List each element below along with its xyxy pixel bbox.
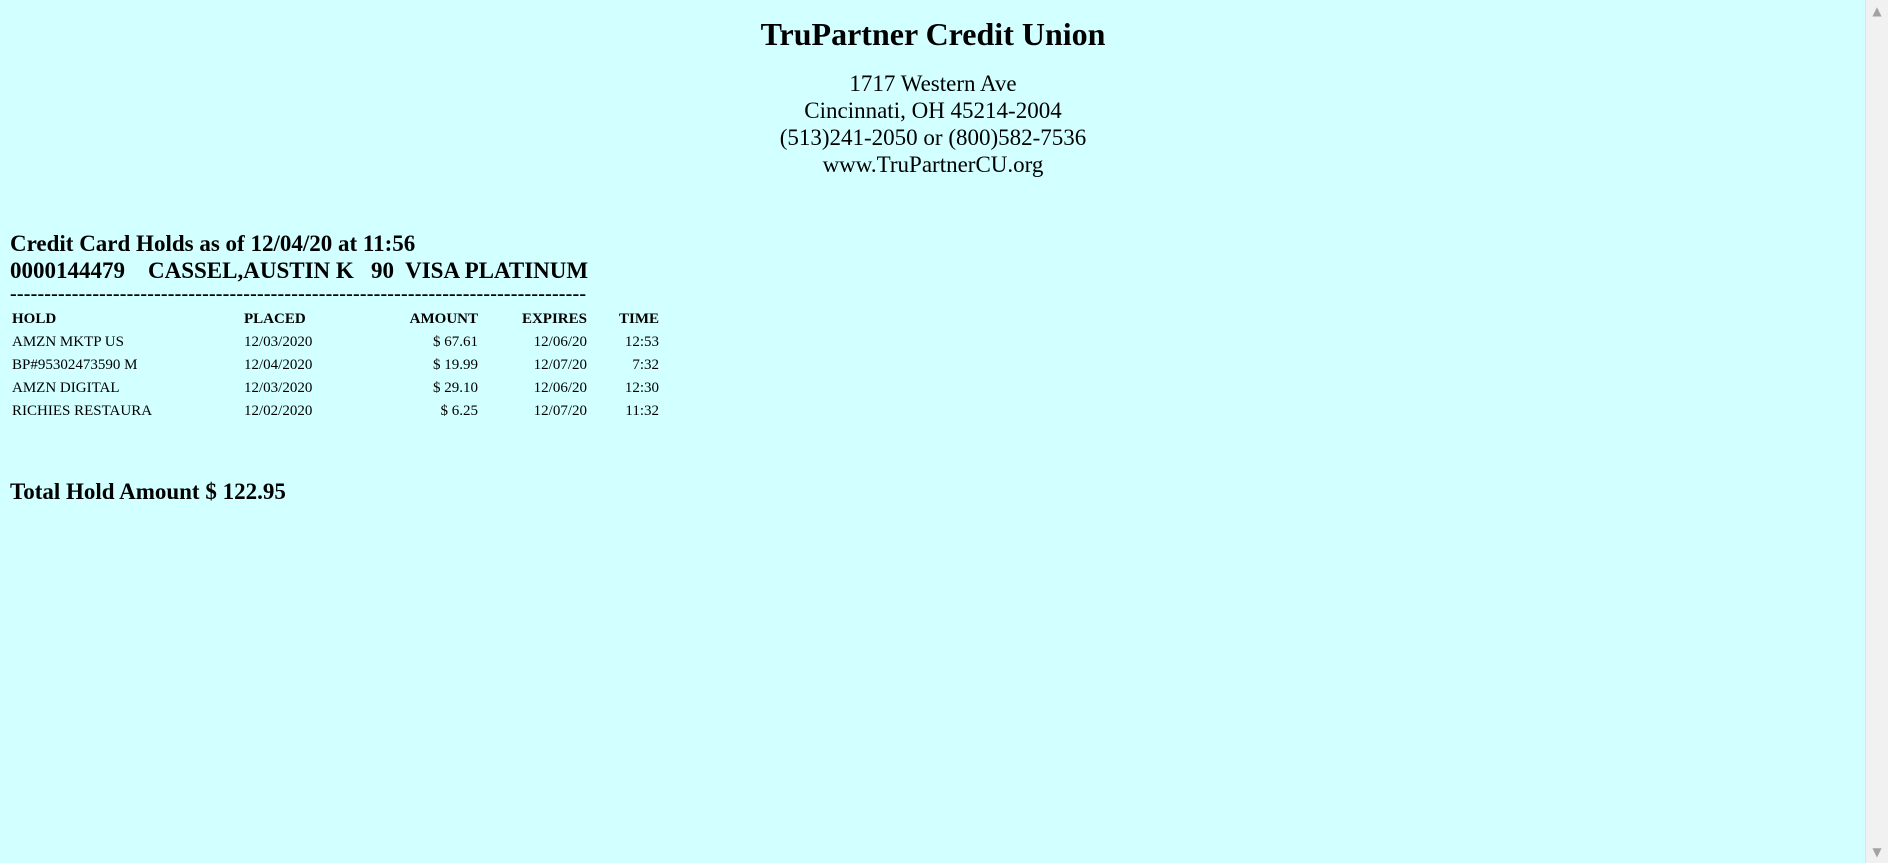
address-line2: Cincinnati, OH 45214-2004 [804, 98, 1062, 123]
cell-amount: $ 6.25 [440, 403, 479, 419]
total-hold-amount: Total Hold Amount $ 122.95 [10, 479, 286, 504]
header-amount: AMOUNT [409, 311, 478, 327]
phone-numbers: (513)241-2050 or (800)582-7536 [779, 125, 1087, 150]
table-row: AMZN MKTP US 12/03/2020 $ 67.61 12/06/20… [10, 331, 661, 354]
page: TruPartner Credit Union 1717 Western Ave… [0, 0, 1866, 863]
divider: ----------------------------------------… [10, 283, 587, 305]
cell-placed: 12/03/2020 [244, 380, 313, 396]
report-section: Credit Card Holds as of 12/04/20 at 11:5… [10, 230, 661, 423]
cell-placed: 12/03/2020 [244, 334, 313, 350]
vertical-scrollbar[interactable]: ▲ ▼ [1865, 0, 1888, 863]
table-header-row: HOLD PLACED AMOUNT EXPIRES TIME [10, 308, 661, 331]
cell-amount: $ 19.99 [433, 357, 478, 373]
cell-time: 11:32 [625, 403, 659, 419]
cell-expires: 12/06/20 [533, 334, 587, 350]
table-row: BP#95302473590 M 12/04/2020 $ 19.99 12/0… [10, 354, 661, 377]
credit-union-name: TruPartner Credit Union [760, 16, 1106, 52]
cell-time: 7:32 [632, 357, 659, 373]
header-placed: PLACED [244, 311, 306, 327]
table-row: AMZN DIGITAL 12/03/2020 $ 29.10 12/06/20… [10, 377, 661, 400]
address-line1: 1717 Western Ave [849, 71, 1017, 96]
website: www.TruPartnerCU.org [822, 152, 1044, 177]
cell-expires: 12/07/20 [533, 403, 587, 419]
chevron-up-icon[interactable]: ▲ [1866, 0, 1888, 22]
header: TruPartner Credit Union 1717 Western Ave… [0, 0, 1866, 178]
cell-time: 12:53 [624, 334, 659, 350]
account-line: 0000144479 CASSEL,AUSTIN K 90 VISA PLATI… [10, 258, 589, 283]
table-row: RICHIES RESTAURA 12/02/2020 $ 6.25 12/07… [10, 400, 661, 423]
cell-time: 12:30 [624, 380, 659, 396]
cell-amount: $ 67.61 [433, 334, 478, 350]
header-hold: HOLD [12, 311, 57, 327]
cell-hold: AMZN DIGITAL [12, 380, 120, 396]
cell-hold: AMZN MKTP US [12, 334, 124, 350]
cell-placed: 12/02/2020 [244, 403, 313, 419]
address-block: 1717 Western Ave Cincinnati, OH 45214-20… [0, 70, 1866, 178]
cell-expires: 12/06/20 [533, 380, 587, 396]
report-title: Credit Card Holds as of 12/04/20 at 11:5… [10, 231, 416, 256]
chevron-down-icon[interactable]: ▼ [1866, 841, 1888, 863]
header-expires: EXPIRES [521, 311, 587, 327]
holds-table: HOLD PLACED AMOUNT EXPIRES TIME AMZN MKT… [10, 308, 661, 423]
header-time: TIME [618, 311, 659, 327]
cell-hold: BP#95302473590 M [12, 357, 138, 373]
cell-amount: $ 29.10 [433, 380, 478, 396]
cell-hold: RICHIES RESTAURA [12, 403, 153, 419]
cell-expires: 12/07/20 [533, 357, 587, 373]
cell-placed: 12/04/2020 [244, 357, 313, 373]
